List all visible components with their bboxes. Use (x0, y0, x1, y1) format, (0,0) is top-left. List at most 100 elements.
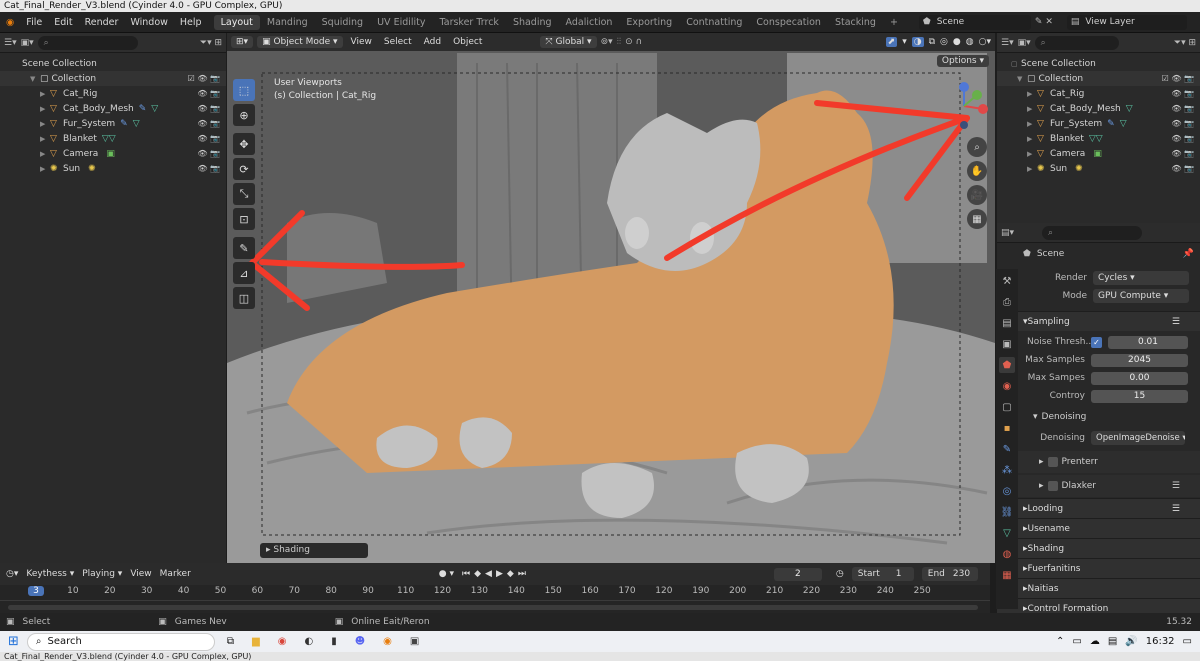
visibility-toggles[interactable]: 👁 📷 (1171, 164, 1194, 173)
timeline-editor-icon[interactable]: ◷▾ (6, 569, 18, 579)
scene-collection-row[interactable]: Scene Collection (0, 56, 226, 71)
scene-tab-icon[interactable]: ⬟ (999, 357, 1015, 373)
properties-section[interactable]: ▸ Fuerfanitins (997, 558, 1200, 578)
visibility-toggles[interactable]: 👁 📷 (1171, 149, 1194, 158)
chrome-icon[interactable]: ◉ (278, 636, 287, 647)
visibility-toggles[interactable]: 👁 📷 (197, 134, 220, 143)
menu-render[interactable]: Render (79, 17, 125, 28)
visibility-toggles[interactable]: 👁 📷 (197, 164, 220, 173)
zoom-icon[interactable]: ⌕ (967, 137, 987, 157)
visibility-toggles[interactable]: 👁 📷 (1171, 104, 1194, 113)
wireframe-shading-icon[interactable]: ◎ (940, 37, 948, 47)
notification-icon[interactable]: ▭ (1183, 636, 1192, 647)
output-tab-icon[interactable]: ▤ (999, 315, 1015, 331)
expand-icon[interactable]: ▶ (1027, 90, 1037, 98)
jump-end-icon[interactable]: ⏭ (518, 569, 526, 579)
controy-field[interactable]: 15 (1091, 389, 1188, 403)
properties-section[interactable]: ▸ Looding ☰ (997, 498, 1200, 518)
editor-type-icon[interactable]: ☰▾ (4, 38, 17, 48)
viewport-menu-select[interactable]: Select (380, 37, 416, 47)
display-mode-icon[interactable]: ▣▾ (21, 38, 34, 48)
camera-view-icon[interactable]: 🎥 (967, 185, 987, 205)
taskbar-search[interactable]: ⌕ Search (26, 632, 215, 651)
outliner-search-input[interactable]: ⌕ (37, 35, 138, 50)
visibility-toggles[interactable]: 👁 📷 (197, 104, 220, 113)
steam-icon[interactable]: ◐ (304, 636, 313, 647)
menu-window[interactable]: Window (124, 17, 173, 28)
editor-type-icon[interactable]: ☰▾ (1001, 38, 1014, 48)
transform-tool-icon[interactable]: ⊡ (233, 208, 255, 230)
end-frame-field[interactable]: End 230 (921, 567, 978, 581)
add-cube-tool-icon[interactable]: ◫ (233, 287, 255, 309)
rendered-shading-icon[interactable]: ○▾ (979, 37, 991, 47)
data-tab-icon[interactable]: ▽ (999, 525, 1015, 541)
viewport-menu-view[interactable]: View (347, 37, 376, 47)
menu-help[interactable]: Help (174, 17, 208, 28)
expand-icon[interactable]: ▶ (40, 135, 50, 143)
filter-icon[interactable]: ⏷▾ ⊞ (200, 38, 222, 48)
pin-icon[interactable]: ✎ ✕ (1035, 17, 1053, 27)
workspace-tab[interactable]: Layout (213, 14, 260, 30)
xray-icon[interactable]: ⧉ (929, 37, 935, 47)
list-icon[interactable]: ☰ (1172, 481, 1180, 491)
outliner-item[interactable]: ▶ ▽ Cat_Body_Mesh ▽ 👁 📷 (997, 101, 1200, 116)
network-icon[interactable]: ▤ (1108, 636, 1117, 647)
menu-file[interactable]: File (20, 17, 48, 28)
perspective-toggle-icon[interactable]: ▦ (967, 209, 987, 229)
expand-icon[interactable]: ▶ (1027, 135, 1037, 143)
visibility-toggles[interactable]: 👁 📷 (197, 89, 220, 98)
list-icon[interactable]: ☰ (1172, 317, 1180, 327)
view-layer-selector[interactable]: ▤ View Layer (1066, 14, 1187, 30)
outliner-item[interactable]: ▶ ▽ Fur_System ✎ ▽ 👁 📷 (0, 116, 226, 131)
texture-tab-icon[interactable]: ▦ (999, 567, 1015, 583)
expand-icon[interactable]: ▶ (40, 150, 50, 158)
prev-keyframe-icon[interactable]: ◆ (474, 569, 481, 579)
max-sampes-field[interactable]: 0.00 (1091, 371, 1188, 385)
start-frame-field[interactable]: Start 1 (851, 567, 914, 581)
scene-collection-row[interactable]: ▢ Scene Collection (997, 56, 1200, 71)
workspace-tab[interactable]: Manding (260, 15, 315, 30)
workspace-tab[interactable]: Exporting (619, 15, 679, 30)
volume-icon[interactable]: 🔊 (1125, 636, 1137, 647)
workspace-tab[interactable]: Conspecation (749, 15, 828, 30)
annotate-tool-icon[interactable]: ✎ (233, 237, 255, 259)
timeline-menu-keying[interactable]: Keythess ▾ (26, 569, 74, 579)
current-frame-field[interactable]: 2 (773, 567, 822, 581)
visibility-toggles[interactable]: ☑ 👁 📷 (1162, 74, 1194, 83)
windows-start-icon[interactable]: ⊞ (0, 634, 27, 649)
visibility-icon[interactable]: ⬈ (885, 37, 898, 47)
pin-icon[interactable]: 📌 (1183, 249, 1194, 259)
play-icon[interactable]: ▶ (496, 569, 503, 579)
overlay-icon[interactable]: ◑ (911, 37, 924, 47)
visibility-toggles[interactable]: 👁 📷 (1171, 134, 1194, 143)
expand-icon[interactable]: ▶ (1027, 105, 1037, 113)
object-tab-icon[interactable]: ▪ (999, 420, 1015, 436)
noise-threshold-field[interactable]: 0.01 (1108, 335, 1188, 349)
outliner-item[interactable]: ▶ ▽ Camera ▣ 👁 📷 (0, 146, 226, 161)
select-tool-icon[interactable]: ⬚ (233, 79, 255, 101)
view-layer-tab-icon[interactable]: ▣ (999, 336, 1015, 352)
move-tool-icon[interactable]: ✥ (233, 133, 255, 155)
jump-start-icon[interactable]: ⏮ (462, 569, 470, 579)
last-operation-panel[interactable]: ▸ Shading (260, 543, 368, 558)
max-samples-field[interactable]: 2045 (1091, 353, 1188, 367)
particles-tab-icon[interactable]: ⁂ (999, 462, 1015, 478)
visibility-toggles[interactable]: 👁 📷 (1171, 89, 1194, 98)
expand-icon[interactable]: ▢ (1011, 60, 1021, 68)
outliner-item[interactable]: ▶ ▽ Fur_System ✎ ▽ 👁 📷 (997, 116, 1200, 131)
timeline-scrollbar[interactable] (8, 605, 978, 610)
outliner-item[interactable]: ▶ ▽ Cat_Body_Mesh ✎ ▽ 👁 📷 (0, 101, 226, 116)
snap-icon[interactable]: ⫶⫶ (617, 37, 622, 47)
outliner-item[interactable]: ▶ ✺ Sun ✺ 👁 📷 (0, 161, 226, 176)
properties-search-input[interactable]: ⌕ (1042, 225, 1143, 240)
workspace-tab[interactable]: Stacking (828, 15, 883, 30)
render-engine-dropdown[interactable]: Cycles ▾ (1093, 271, 1189, 285)
options-dropdown[interactable]: Options ▾ (936, 55, 989, 67)
task-view-icon[interactable]: ⧉ (227, 636, 234, 647)
list-icon[interactable]: ☰ (1172, 504, 1180, 514)
discord-icon[interactable]: ☻ (355, 636, 365, 647)
pan-hand-icon[interactable]: ✋ (967, 161, 987, 181)
expand-icon[interactable]: ▶ (40, 120, 50, 128)
scale-tool-icon[interactable]: ⤡ (233, 183, 255, 205)
clock[interactable]: 16:32 (1146, 636, 1175, 647)
